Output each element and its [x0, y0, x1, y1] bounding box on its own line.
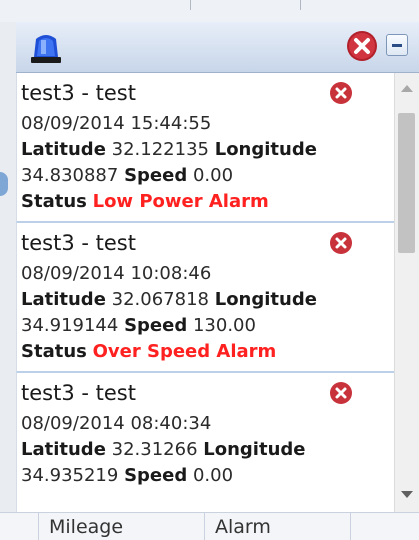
latitude-value: 32.122135: [111, 139, 209, 160]
tab-more[interactable]: [350, 513, 390, 540]
siren-icon: [28, 30, 64, 64]
latitude-value: 32.067818: [111, 289, 209, 310]
map-marker-edge: [0, 172, 8, 196]
longitude-value: 34.830887: [21, 165, 119, 186]
alarm-coordinates-line: Latitude 32.067818 Longitude: [21, 287, 394, 313]
alarm-timestamp: 08/09/2014 08:40:34: [21, 413, 212, 434]
vertical-scrollbar[interactable]: [394, 73, 419, 512]
page: test3 - test 08/09/2014 15:44:55 Latitud…: [0, 0, 419, 540]
minimize-icon: [392, 44, 402, 47]
scroll-down-icon[interactable]: [401, 491, 413, 498]
close-icon: [347, 31, 377, 61]
alarm-item: test3 - test 08/09/2014 08:40:34 Latitud…: [16, 373, 394, 512]
dismiss-icon[interactable]: [329, 81, 353, 105]
speed-value: 0.00: [192, 465, 234, 486]
background-page-header: [0, 0, 419, 23]
status-label: Status: [21, 191, 87, 212]
alarm-timestamp: 08/09/2014 10:08:46: [21, 263, 212, 284]
longitude-label: Longitude: [203, 439, 306, 460]
alarm-coordinates-line: Latitude 32.122135 Longitude: [21, 137, 394, 163]
dismiss-icon[interactable]: [329, 381, 353, 405]
latitude-label: Latitude: [21, 139, 106, 160]
longitude-label: Longitude: [214, 139, 317, 160]
latitude-value: 32.31266: [111, 439, 198, 460]
popup-title-bar[interactable]: [16, 22, 419, 73]
minimize-button[interactable]: [386, 34, 408, 56]
alarm-speed-line: 34.935219 Speed 0.00: [21, 463, 394, 489]
longitude-value: 34.935219: [21, 465, 119, 486]
latitude-label: Latitude: [21, 439, 106, 460]
tab-mileage[interactable]: Mileage: [38, 513, 204, 540]
close-button[interactable]: [346, 30, 378, 62]
background-page-edge: [0, 22, 17, 512]
alarm-item: test3 - test 08/09/2014 10:08:46 Latitud…: [16, 223, 394, 373]
speed-label: Speed: [124, 465, 188, 486]
latitude-label: Latitude: [21, 289, 106, 310]
speed-label: Speed: [124, 315, 188, 336]
alarm-list[interactable]: test3 - test 08/09/2014 15:44:55 Latitud…: [16, 73, 394, 512]
speed-value: 0.00: [192, 165, 234, 186]
alarm-popup: test3 - test 08/09/2014 15:44:55 Latitud…: [16, 22, 419, 512]
status-value: Over Speed Alarm: [92, 341, 277, 362]
background-tab-bar: Mileage Alarm: [0, 512, 419, 540]
longitude-value: 34.919144: [21, 315, 119, 336]
alarm-timestamp: 08/09/2014 15:44:55: [21, 113, 212, 134]
longitude-label: Longitude: [214, 289, 317, 310]
alarm-status-line: Status Over Speed Alarm: [21, 339, 394, 365]
speed-label: Speed: [124, 165, 188, 186]
alarm-status-line: Status Low Power Alarm: [21, 189, 394, 215]
status-label: Status: [21, 341, 87, 362]
alarm-speed-line: 34.830887 Speed 0.00: [21, 163, 394, 189]
status-value: Low Power Alarm: [92, 191, 269, 212]
scroll-up-icon[interactable]: [401, 85, 413, 92]
alarm-coordinates-line: Latitude 32.31266 Longitude: [21, 437, 394, 463]
alarm-speed-line: 34.919144 Speed 130.00: [21, 313, 394, 339]
tab-alarm[interactable]: Alarm: [204, 513, 350, 540]
speed-value: 130.00: [192, 315, 256, 336]
dismiss-icon[interactable]: [329, 231, 353, 255]
scroll-thumb[interactable]: [398, 113, 415, 253]
alarm-item: test3 - test 08/09/2014 15:44:55 Latitud…: [16, 73, 394, 223]
